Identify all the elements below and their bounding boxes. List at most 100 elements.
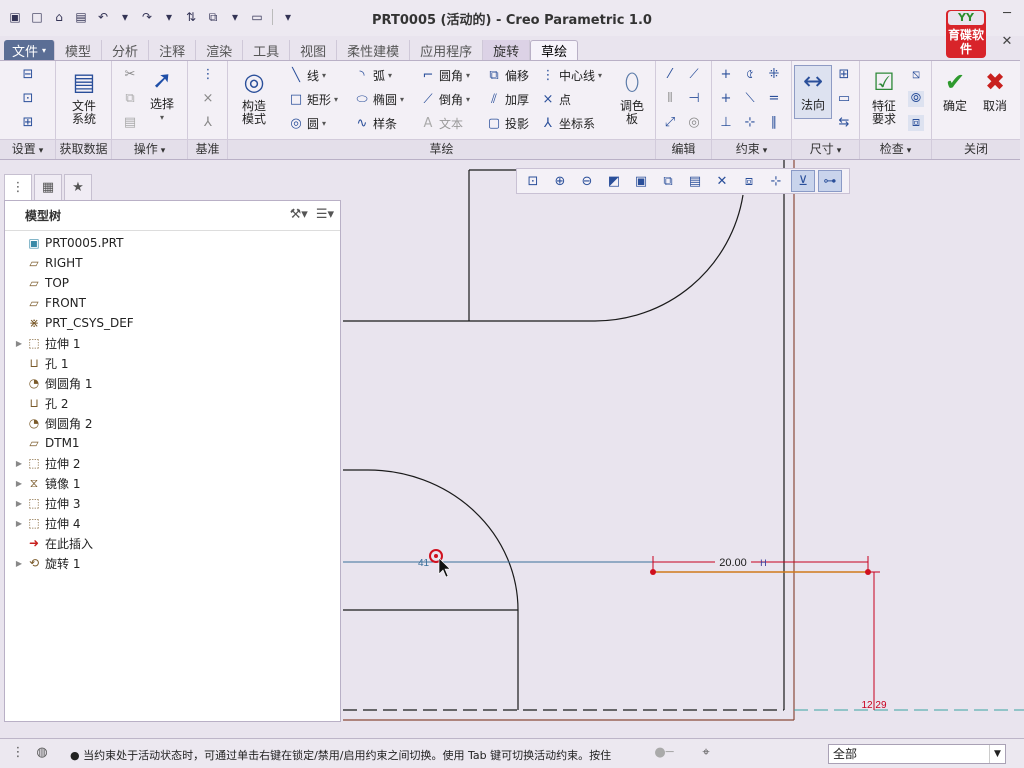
tab-annotate[interactable]: 注释 — [149, 40, 197, 60]
divide-icon[interactable]: ⟋ — [686, 67, 702, 83]
tree-item[interactable]: ▶ ⬚ 拉伸 2 — [5, 453, 81, 473]
chamfer-button[interactable]: ⟋ 倒角 ▾ — [420, 91, 470, 108]
expand-arrow-icon[interactable]: ▶ — [13, 559, 25, 568]
tab-flexible-modeling[interactable]: 柔性建模 — [337, 40, 411, 60]
tree-item[interactable]: ⊔ 孔 1 — [5, 353, 68, 373]
perimeter-icon[interactable]: ⊞ — [836, 67, 852, 83]
shade-closed-loops-icon[interactable]: ⧈ — [908, 115, 924, 131]
symmetric-constraint-icon[interactable]: ⁜ — [766, 67, 782, 83]
cut-icon[interactable]: ✂ — [122, 67, 138, 83]
sketch-endpoint[interactable] — [650, 569, 656, 575]
equal-constraint-icon[interactable]: = — [766, 91, 782, 107]
centerline-button[interactable]: ⋮ 中心线 ▾ — [540, 67, 603, 84]
arc-button[interactable]: ◝ 弧 ▾ — [354, 67, 392, 84]
tree-item[interactable]: ▱ FRONT — [5, 293, 86, 313]
expand-arrow-icon[interactable]: ▶ — [13, 479, 25, 488]
folder-browser-tab-icon[interactable]: ▦ — [34, 174, 62, 200]
view-manager-icon[interactable]: ▤ — [683, 170, 707, 192]
expand-arrow-icon[interactable]: ▶ — [13, 339, 25, 348]
vertical-constraint-icon[interactable]: + — [718, 67, 734, 83]
select-button[interactable]: ➚ 选择 ▾ — [142, 65, 182, 124]
tree-item[interactable]: ▱ TOP — [5, 273, 69, 293]
csys-icon[interactable]: ⅄ — [200, 115, 216, 131]
perpendicular-constraint-icon[interactable]: ⊥ — [718, 115, 734, 131]
rotate-resize-icon[interactable]: ⤢ — [662, 115, 678, 131]
sketch-canvas[interactable]: 20.00 H 12.29 41 — [343, 160, 1024, 736]
modify-icon[interactable]: ⁄ — [662, 67, 678, 83]
coincident-constraint-icon[interactable]: ⊹ — [742, 115, 758, 131]
tree-item[interactable]: ▶ ⧖ 镜像 1 — [5, 473, 81, 493]
dimension-horizontal-text[interactable]: 20.00 — [719, 557, 747, 569]
zoom-out-icon[interactable]: ⊖ — [575, 170, 599, 192]
find-icon[interactable]: ⌖ — [696, 745, 716, 763]
reference-dim-icon[interactable]: ▭ — [836, 91, 852, 107]
tree-item[interactable]: ▣ PRT0005.PRT — [5, 233, 123, 253]
text-button[interactable]: A 文本 — [420, 115, 463, 132]
tree-item[interactable]: ▶ ⬚ 拉伸 3 — [5, 493, 81, 513]
tab-revolve[interactable]: 旋转 — [483, 40, 531, 60]
feature-requirements-button[interactable]: ☑ 特征 要求 — [864, 67, 904, 126]
circle-button[interactable]: ◎ 圆 ▾ — [288, 115, 326, 132]
tab-sketch[interactable]: 草绘 — [530, 40, 579, 60]
construction-mode-button[interactable]: ◎ 构造 模式 — [234, 67, 274, 126]
mirror-icon[interactable]: ⫴ — [662, 91, 678, 107]
tab-analysis[interactable]: 分析 — [102, 40, 150, 60]
tree-item[interactable]: ▶ ⟲ 旋转 1 — [5, 553, 81, 573]
graphics-area[interactable]: 20.00 H 12.29 41 — [343, 160, 1024, 736]
references-icon[interactable]: ⊡ — [20, 91, 36, 107]
horizontal-constraint-icon[interactable]: + — [718, 91, 734, 107]
zoom-in-icon[interactable]: ⊕ — [548, 170, 572, 192]
expand-arrow-icon[interactable]: ▶ — [13, 519, 25, 528]
point-button[interactable]: × 点 — [540, 91, 571, 108]
round-edge[interactable] — [367, 469, 519, 611]
tree-item[interactable]: ▱ DTM1 — [5, 433, 79, 453]
annotation-display-icon[interactable]: ⧈ — [737, 170, 761, 192]
repaint-icon[interactable]: ◩ — [602, 170, 626, 192]
expand-arrow-icon[interactable]: ▶ — [13, 499, 25, 508]
parallel-constraint-icon[interactable]: ∥ — [766, 115, 782, 131]
spin-center-icon[interactable]: ⊹ — [764, 170, 788, 192]
group-label-constrain[interactable]: 约束 ▾ — [712, 139, 791, 159]
group-label-operations[interactable]: 操作 ▾ — [112, 139, 187, 159]
point-icon[interactable]: × — [200, 91, 216, 107]
tab-view[interactable]: 视图 — [290, 40, 338, 60]
cancel-button[interactable]: ✖ 取消 — [976, 67, 1014, 113]
overlapping-geometry-icon[interactable]: ⧅ — [908, 67, 924, 83]
file-system-button[interactable]: ▤ 文件 系统 — [64, 67, 104, 126]
coordinate-system-button[interactable]: ⅄ 坐标系 — [540, 115, 595, 132]
model-tree-tab-icon[interactable]: ⋮ — [4, 174, 32, 200]
ok-button[interactable]: ✔ 确定 — [936, 67, 974, 113]
tree-item[interactable]: ➜ 在此插入 — [5, 533, 93, 553]
tab-applications[interactable]: 应用程序 — [410, 40, 484, 60]
saved-views-icon[interactable]: ⧉ — [656, 170, 680, 192]
navigator-toggle-icon[interactable]: ⋮ — [8, 745, 28, 763]
tree-columns-icon[interactable]: ☰▾ — [316, 207, 334, 222]
thicken-button[interactable]: ⫽ 加厚 — [486, 91, 529, 108]
tree-settings-icon[interactable]: ⚒▾ — [290, 207, 308, 222]
expand-arrow-icon[interactable]: ▶ — [13, 459, 25, 468]
palette-button[interactable]: ⬯ 调色 板 — [612, 67, 652, 126]
vertex-display-icon[interactable]: ⊶ — [818, 170, 842, 192]
midpoint-constraint-icon[interactable]: ⟍ — [742, 91, 758, 107]
tree-item[interactable]: ⊔ 孔 2 — [5, 393, 68, 413]
project-button[interactable]: ▢ 投影 — [486, 115, 529, 132]
sketch-display-icon[interactable]: ⊻ — [791, 170, 815, 192]
fillet-button[interactable]: ⌐ 圆角 ▾ — [420, 67, 470, 84]
tree-item[interactable]: ▶ ⬚ 拉伸 4 — [5, 513, 81, 533]
round-edge[interactable] — [592, 194, 744, 322]
tree-item[interactable]: ▶ ⬚ 拉伸 1 — [5, 333, 81, 353]
highlight-open-ends-icon[interactable]: ⦾ — [908, 91, 924, 107]
browser-toggle-icon[interactable]: ◍ — [32, 745, 52, 763]
baseline-icon[interactable]: ⇆ — [836, 115, 852, 131]
display-style-icon[interactable]: ▣ — [629, 170, 653, 192]
dimension-vertical-text[interactable]: 12.29 — [861, 700, 886, 711]
tree-item[interactable]: ◔ 倒圆角 2 — [5, 413, 93, 433]
tab-file[interactable]: 文件 ▾ — [4, 40, 56, 60]
tree-item[interactable]: ◔ 倒圆角 1 — [5, 373, 93, 393]
group-label-setup[interactable]: 设置 ▾ — [0, 139, 55, 159]
group-label-inspect[interactable]: 检查 ▾ — [860, 139, 931, 159]
datum-display-icon[interactable]: ✕ — [710, 170, 734, 192]
tree-item[interactable]: ⋇ PRT_CSYS_DEF — [5, 313, 134, 333]
offset-button[interactable]: ⧉ 偏移 — [486, 67, 529, 84]
tangent-constraint-icon[interactable]: ৫ — [742, 67, 758, 83]
